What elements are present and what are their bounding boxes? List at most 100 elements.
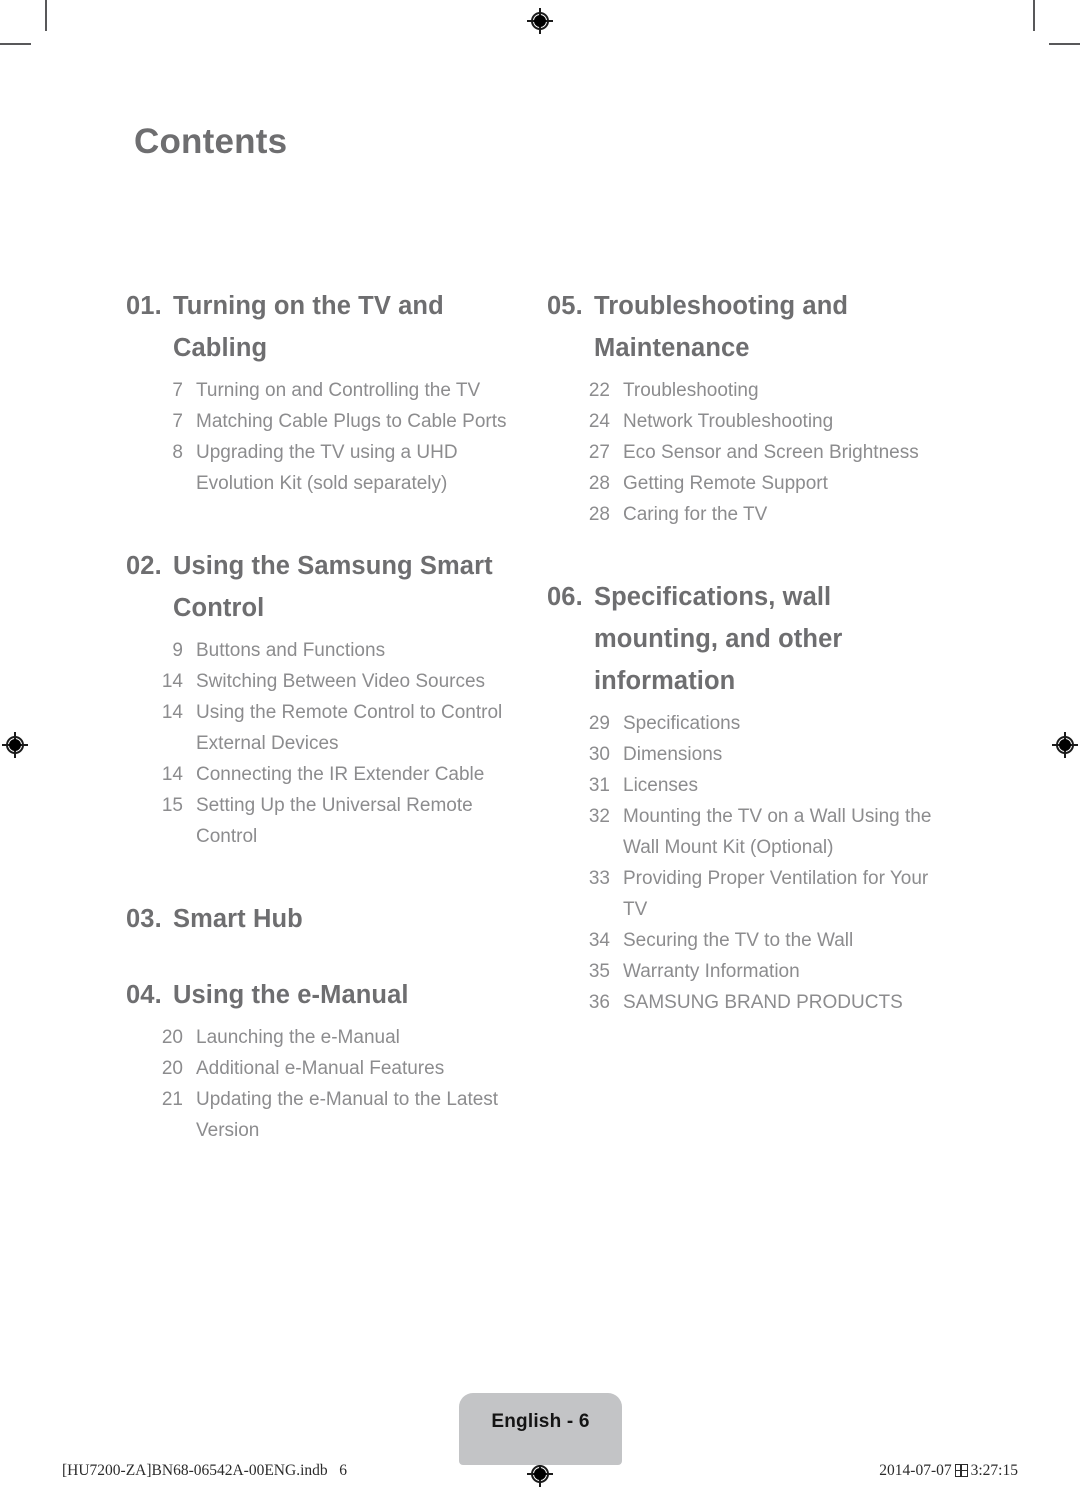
toc-entry-page: 30 (588, 744, 610, 765)
toc-entry[interactable]: 29 Specifications (547, 708, 957, 739)
toc-entry[interactable]: 28 Caring for the TV (547, 499, 957, 530)
toc-entry-page: 34 (588, 930, 610, 951)
toc-section-heading[interactable]: 01. Turning on the TV and Cabling (126, 285, 526, 369)
toc-entry-page: 14 (161, 671, 183, 692)
toc-entry[interactable]: 8 Upgrading the TV using a UHD Evolution… (126, 437, 526, 499)
toc-section-heading[interactable]: 04. Using the e-Manual (126, 974, 526, 1016)
toc-entry[interactable]: 9 Buttons and Functions (126, 635, 526, 666)
toc-entry-title: Providing Proper Ventilation for Your TV (623, 868, 929, 920)
toc-entry-title: Buttons and Functions (196, 640, 386, 661)
toc-section-number: 04. (126, 981, 162, 1009)
toc-entry[interactable]: 14 Switching Between Video Sources (126, 666, 526, 697)
page-title: Contents (134, 122, 288, 161)
toc-entry-title: Caring for the TV (623, 504, 768, 525)
toc-entry-page: 32 (588, 806, 610, 827)
toc-entry-page: 7 (172, 411, 183, 432)
crop-mark-top-left-horizontal (0, 43, 31, 45)
toc-entry[interactable]: 31 Licenses (547, 770, 957, 801)
toc-entry[interactable]: 33 Providing Proper Ventilation for Your… (547, 863, 957, 925)
registration-dot (1059, 739, 1071, 751)
toc-column-left: 01. Turning on the TV and Cabling 7 Turn… (126, 285, 526, 1146)
toc-section-number: 01. (126, 292, 162, 320)
toc-entry-page: 28 (588, 504, 610, 525)
toc-entry[interactable]: 20 Launching the e-Manual (126, 1022, 526, 1053)
toc-entry-title: Additional e-Manual Features (196, 1058, 445, 1079)
toc-entry[interactable]: 32 Mounting the TV on a Wall Using the W… (547, 801, 957, 863)
missing-glyph-icon (954, 1464, 968, 1477)
toc-section-01: 01. Turning on the TV and Cabling 7 Turn… (126, 285, 526, 499)
toc-entry[interactable]: 15 Setting Up the Universal Remote Contr… (126, 790, 526, 852)
toc-entry-list: 22 Troubleshooting 24 Network Troublesho… (547, 375, 957, 530)
toc-section-number: 06. (547, 583, 583, 611)
toc-section-number: 03. (126, 905, 162, 933)
toc-entry-title: SAMSUNG BRAND PRODUCTS (623, 992, 903, 1013)
toc-entry-title: Connecting the IR Extender Cable (196, 764, 485, 785)
toc-entry-page: 35 (588, 961, 610, 982)
toc-entry[interactable]: 35 Warranty Information (547, 956, 957, 987)
toc-entry-page: 33 (588, 868, 610, 889)
toc-entry-page: 28 (588, 473, 610, 494)
toc-section-05: 05. Troubleshooting and Maintenance 22 T… (547, 285, 957, 530)
toc-section-heading[interactable]: 03. Smart Hub (126, 898, 526, 940)
toc-entry-title: Setting Up the Universal Remote Control (196, 795, 473, 847)
toc-entry-title: Upgrading the TV using a UHD Evolution K… (196, 442, 458, 494)
toc-section-heading[interactable]: 05. Troubleshooting and Maintenance (547, 285, 957, 369)
toc-entry[interactable]: 20 Additional e-Manual Features (126, 1053, 526, 1084)
toc-entry-title: Dimensions (623, 744, 723, 765)
toc-entry-page: 14 (161, 702, 183, 723)
toc-entry-title: Updating the e-Manual to the Latest Vers… (196, 1089, 499, 1141)
toc-section-title: Turning on the TV and Cabling (173, 292, 444, 362)
toc-entry[interactable]: 28 Getting Remote Support (547, 468, 957, 499)
toc-section-06: 06. Specifications, wall mounting, and o… (547, 576, 957, 1018)
toc-entry-title: Securing the TV to the Wall (623, 930, 854, 951)
toc-section-heading[interactable]: 02. Using the Samsung Smart Control (126, 545, 526, 629)
toc-entry-title: Mounting the TV on a Wall Using the Wall… (623, 806, 932, 858)
toc-entry-list: 20 Launching the e-Manual 20 Additional … (126, 1022, 526, 1146)
crop-mark-top-right-vertical (1033, 0, 1035, 31)
toc-entry-page: 14 (161, 764, 183, 785)
toc-entry-list: 29 Specifications 30 Dimensions 31 Licen… (547, 708, 957, 1018)
toc-entry[interactable]: 30 Dimensions (547, 739, 957, 770)
toc-entry-page: 20 (161, 1058, 183, 1079)
crop-mark-top-right-horizontal (1049, 43, 1080, 45)
toc-entry[interactable]: 27 Eco Sensor and Screen Brightness (547, 437, 957, 468)
toc-entry[interactable]: 7 Matching Cable Plugs to Cable Ports (126, 406, 526, 437)
toc-entry[interactable]: 34 Securing the TV to the Wall (547, 925, 957, 956)
toc-entry-page: 8 (172, 442, 183, 463)
toc-section-title: Smart Hub (173, 905, 303, 933)
registration-dot (9, 739, 21, 751)
toc-entry-page: 24 (588, 411, 610, 432)
imprint-time: 3:27:15 (970, 1462, 1018, 1479)
toc-entry-title: Using the Remote Control to Control Exte… (196, 702, 503, 754)
registration-mark-left-center (2, 732, 28, 758)
toc-entry-page: 36 (588, 992, 610, 1013)
toc-entry-title: Turning on and Controlling the TV (196, 380, 481, 401)
toc-section-03: 03. Smart Hub (126, 898, 526, 940)
toc-section-title: Using the Samsung Smart Control (173, 552, 493, 622)
imprint-date: 2014-07-07 (879, 1462, 952, 1479)
toc-entry-title: Switching Between Video Sources (196, 671, 486, 692)
language-page-tab: English - 6 (459, 1393, 622, 1465)
toc-entry-page: 15 (161, 795, 183, 816)
toc-section-title: Troubleshooting and Maintenance (594, 292, 849, 362)
toc-entry-page: 27 (588, 442, 610, 463)
toc-entry[interactable]: 7 Turning on and Controlling the TV (126, 375, 526, 406)
language-page-label: English - 6 (491, 1411, 590, 1432)
toc-entry[interactable]: 21 Updating the e-Manual to the Latest V… (126, 1084, 526, 1146)
toc-entry-page: 20 (161, 1027, 183, 1048)
toc-entry[interactable]: 14 Using the Remote Control to Control E… (126, 697, 526, 759)
toc-entry[interactable]: 14 Connecting the IR Extender Cable (126, 759, 526, 790)
toc-entry[interactable]: 24 Network Troubleshooting (547, 406, 957, 437)
registration-dot (534, 1468, 546, 1480)
toc-section-heading[interactable]: 06. Specifications, wall mounting, and o… (547, 576, 957, 702)
toc-entry-title: Licenses (623, 775, 698, 796)
toc-entry-title: Specifications (623, 713, 741, 734)
toc-entry[interactable]: 22 Troubleshooting (547, 375, 957, 406)
toc-entry[interactable]: 36 SAMSUNG BRAND PRODUCTS (547, 987, 957, 1018)
toc-entry-page: 29 (588, 713, 610, 734)
toc-section-02: 02. Using the Samsung Smart Control 9 Bu… (126, 545, 526, 852)
toc-entry-title: Launching the e-Manual (196, 1027, 400, 1048)
toc-entry-title: Troubleshooting (623, 380, 759, 401)
